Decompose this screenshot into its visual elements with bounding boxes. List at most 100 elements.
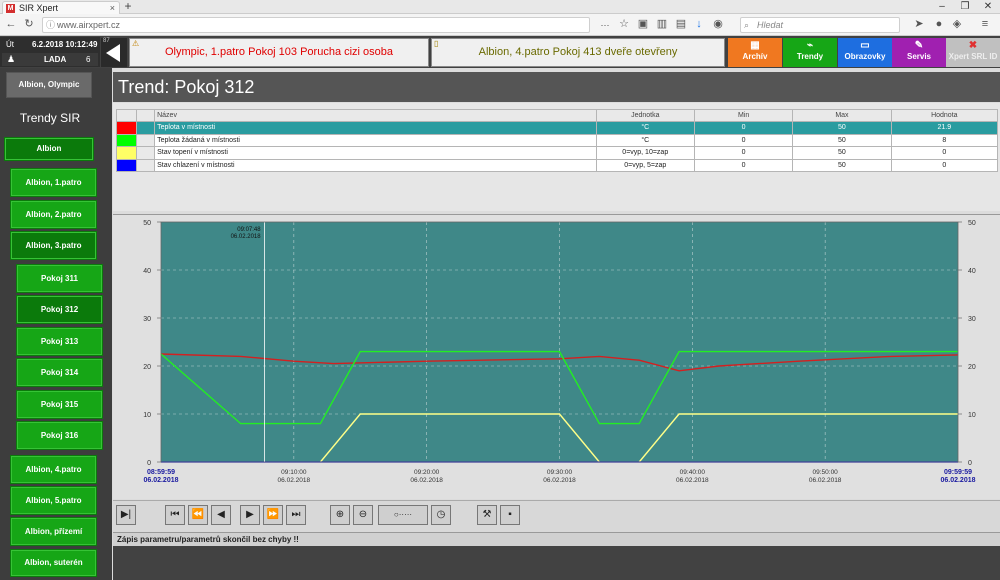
zoom-slider[interactable]: ○····· [378,505,428,525]
sidebar-item[interactable]: Albion, 4.patro [10,455,97,484]
cursor-date: 06.02.2018 [231,234,262,240]
obrazovky-button[interactable]: ▭ Obrazovky [838,38,892,67]
account-icon[interactable]: ● [932,17,946,31]
cursor-time: 09:07:48 [237,227,261,233]
table-row[interactable]: Teplota v místnosti °C 0 50 21.9 [115,121,999,135]
sidebar-item[interactable]: Pokoj 312 [16,295,103,324]
send-icon[interactable]: ➤ [912,17,926,31]
save-button[interactable]: ▪ [500,505,520,525]
reader-icon[interactable]: ⋯ [598,18,612,32]
x-tick-time: 09:30:00 [547,469,573,476]
column-header[interactable]: Min [693,109,794,122]
sidebar-item[interactable]: Albion, přízemí [10,517,97,546]
bottom-area [113,546,1000,580]
search-placeholder: Hledat [757,20,784,30]
url-bar[interactable]: ⓘ www.airxpert.cz [42,17,590,33]
menu-icon[interactable]: ≡ [978,17,992,31]
download-icon[interactable]: ↓ [692,17,706,31]
table-row[interactable]: Teplota žádaná v místnosti °C 0 50 8 [115,133,999,147]
series-color-swatch[interactable] [115,146,138,160]
step-back-button[interactable]: ◀ [211,505,231,525]
new-tab-button[interactable]: + [122,0,134,14]
series-color-swatch[interactable] [115,158,138,172]
user-display[interactable]: ♟ LADA 6 [2,53,98,66]
alarm-bar-1[interactable]: ⚠ Olympic, 1.patro Pokoj 103 Porucha ciz… [129,38,429,67]
sidebar-top-button[interactable]: Albion, Olympic [6,72,92,98]
series-unit: 0=vyp, 5=zap [595,158,695,172]
table-row[interactable]: Stav chlazení v místnosti 0=vyp, 5=zap 0 50… [115,158,999,172]
extension-icon[interactable]: ◉ [711,17,725,31]
search-icon: ⌕ [744,20,750,30]
x-tick-time: 09:50:00 [813,469,839,476]
sidebar-item[interactable]: Albion [4,137,94,161]
x-tick-date: 06.02.2018 [410,477,443,484]
sidebar-item[interactable]: Pokoj 313 [16,327,103,356]
toggle-panel-button[interactable]: ▶| [116,505,136,525]
sidebar-item[interactable]: Pokoj 316 [16,421,103,450]
addon-icon[interactable]: ◈ [950,17,964,31]
column-header[interactable]: Jednotka [595,109,695,122]
minimize-icon[interactable]: – [932,0,952,14]
document-icon[interactable]: ▤ [674,17,688,31]
clock-button[interactable]: ◷ [431,505,451,525]
series-min: 0 [693,158,794,172]
browser-tab-bar [0,0,1000,14]
series-unit: 0=vyp, 10=zap [595,146,695,160]
fast-back-button[interactable]: ⏪ [188,505,208,525]
trendy-button[interactable]: ⌁ Trendy [783,38,837,67]
alarm-bar-2[interactable]: ▯ Albion, 4.patro Pokoj 413 dveře otevře… [431,38,725,67]
last-button[interactable]: ⏭ [286,505,306,525]
reload-icon[interactable]: ↻ [22,17,36,31]
series-color-swatch[interactable] [115,121,138,135]
sidebar-item[interactable]: Albion, 1.patro [10,168,97,197]
column-header[interactable]: Název [154,109,597,122]
sidebar-item[interactable]: Albion, 3.patro [10,231,97,260]
close-window-icon[interactable]: ✕ [978,0,998,14]
sidebar-item[interactable]: Pokoj 315 [16,390,103,419]
sidebar-item[interactable]: Albion, suterén [10,549,97,577]
first-button[interactable]: ⏮ [165,505,185,525]
fast-forward-button[interactable]: ⏩ [263,505,283,525]
sidebar-item[interactable]: Albion, 5.patro [10,486,97,515]
series-name: Stav chlazení v místnosti [154,158,597,172]
bookmark-star-icon[interactable]: ☆ [617,17,631,31]
back-icon[interactable]: ← [4,17,18,31]
x-tick-date: 06.02.2018 [543,477,576,484]
servis-button[interactable]: ✎ Servis [892,38,946,67]
table-row[interactable]: Stav topení v místnosti 0=vyp, 10=zap 0 50 0 [115,146,999,160]
library-icon[interactable]: ▥ [655,17,669,31]
sidebar-item[interactable]: Pokoj 311 [16,264,103,293]
y-tick-label-left: 20 [143,364,151,371]
search-input[interactable]: ⌕ Hledat [740,17,900,33]
series-color-swatch[interactable] [115,133,138,147]
series-value: 0 [890,146,999,160]
zoom-in-button[interactable]: ⊕ [330,505,350,525]
legend-table: Název Jednotka Min Max Hodnota Teplota v… [115,109,999,172]
screenshot-icon[interactable]: ▣ [636,17,650,31]
x-tick-date: 06.02.2018 [676,477,709,484]
series-min: 0 [693,121,794,135]
trend-chart[interactable]: 0 010 1020 2030 3040 4050 5009:10:0006.02.2018… [113,214,1000,499]
maximize-icon[interactable]: ❐ [955,0,975,14]
xpert-button[interactable]: ✖ Xpert SRL ID [946,38,1000,67]
y-tick-label-right: 20 [968,364,976,371]
column-header[interactable]: Hodnota [890,109,999,122]
column-header[interactable]: Max [792,109,892,122]
series-max: 50 [792,133,892,147]
x-tick-date: 06.02.2018 [278,477,311,484]
user-name: LADA [44,55,67,64]
settings-wrench-button[interactable]: ⚒ [477,505,497,525]
end-time-label: 09:59:59 [944,469,972,476]
monitor-icon: ▭ [860,40,870,51]
step-forward-button[interactable]: ▶ [240,505,260,525]
x-tick-date: 06.02.2018 [809,477,842,484]
archiv-button[interactable]: ▦ Archív [728,38,782,67]
sidebar-item[interactable]: Albion, 2.patro [10,200,97,229]
close-tab-icon[interactable]: × [110,2,115,14]
sidebar-item[interactable]: Pokoj 314 [16,358,103,387]
y-tick-label-left: 10 [143,412,151,419]
browser-tab[interactable]: M SIR Xpert × [2,1,120,14]
zoom-out-button[interactable]: ⊖ [353,505,373,525]
start-date-label: 06.02.2018 [143,477,178,484]
series-value: 21.9 [890,121,999,135]
